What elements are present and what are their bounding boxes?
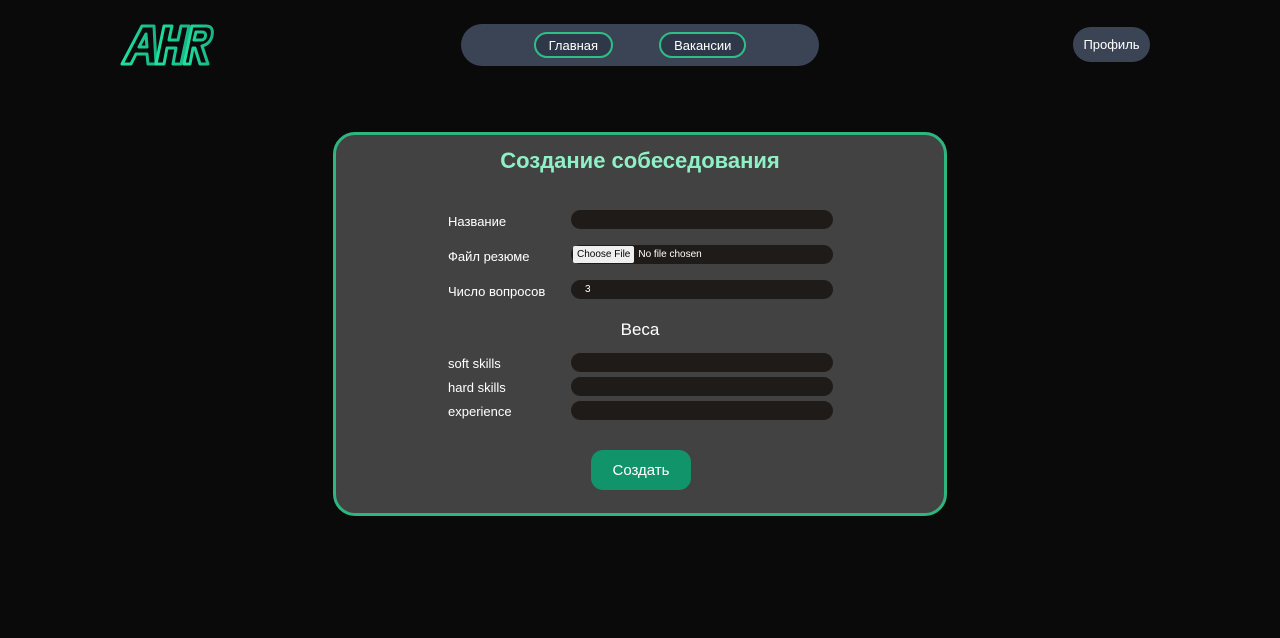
nav-vacancies-button[interactable]: Вакансии: [659, 32, 747, 58]
form-title: Создание собеседования: [500, 148, 780, 173]
page: Главная Вакансии Профиль Создание собесе…: [0, 0, 1280, 638]
profile-button[interactable]: Профиль: [1073, 27, 1150, 62]
experience-label: experience: [448, 404, 512, 419]
weights-title: Веса: [620, 320, 660, 339]
questions-label: Число вопросов: [448, 284, 546, 299]
hard-skills-label: hard skills: [448, 380, 506, 395]
experience-input[interactable]: [571, 401, 833, 420]
soft-skills-input[interactable]: [571, 353, 833, 372]
main-nav: Главная Вакансии: [461, 24, 819, 66]
soft-skills-label: soft skills: [448, 356, 501, 371]
file-status-text: No file chosen: [638, 249, 702, 260]
resume-file-input[interactable]: Choose File No file chosen: [571, 245, 833, 264]
hard-skills-input[interactable]: [571, 377, 833, 396]
nav-home-button[interactable]: Главная: [533, 32, 614, 58]
logo-mark-icon: [120, 24, 214, 70]
create-button[interactable]: Создать: [591, 450, 691, 490]
questions-count-input[interactable]: 3: [571, 280, 833, 299]
create-interview-card: Создание собеседования Название Файл рез…: [333, 132, 947, 516]
name-label: Название: [448, 214, 507, 229]
resume-label: Файл резюме: [448, 249, 530, 264]
app-logo[interactable]: [118, 20, 216, 72]
choose-file-button[interactable]: Choose File: [573, 246, 635, 263]
name-input[interactable]: [571, 210, 833, 229]
